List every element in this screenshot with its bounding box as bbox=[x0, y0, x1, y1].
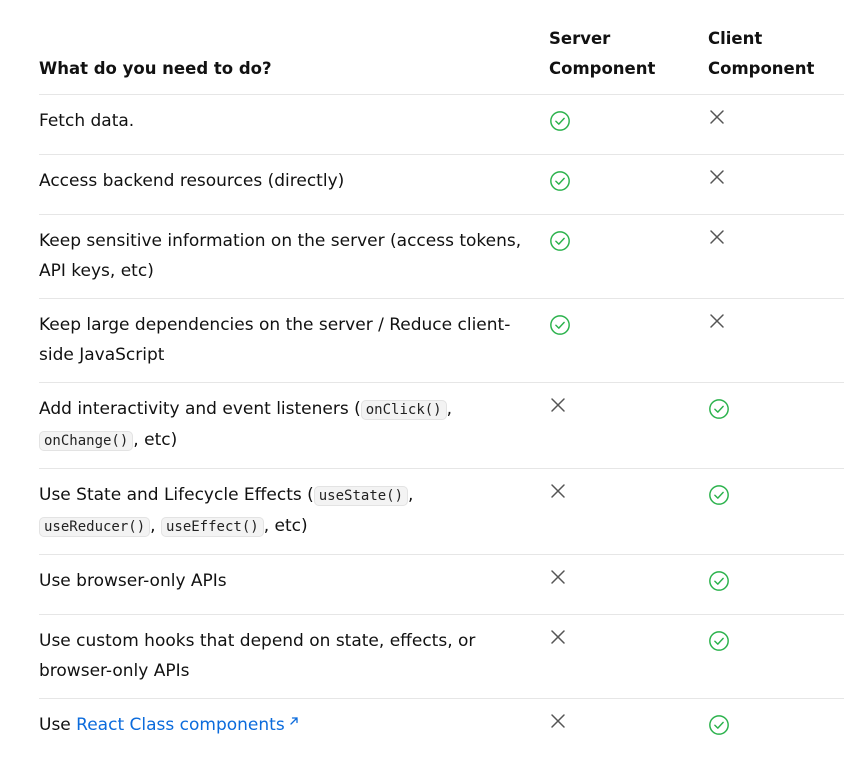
table-header: What do you need to do? Server Component… bbox=[39, 24, 844, 95]
x-mark-icon bbox=[549, 482, 567, 500]
table-row: Use React Class components bbox=[39, 699, 844, 758]
table-row: Keep large dependencies on the server / … bbox=[39, 299, 844, 383]
feature-text: , bbox=[447, 399, 452, 419]
server-cell bbox=[549, 155, 708, 215]
check-circle-icon bbox=[549, 110, 571, 132]
table-row: Use State and Lifecycle Effects (useStat… bbox=[39, 469, 844, 555]
header-server-line1: Server bbox=[549, 29, 610, 48]
client-cell bbox=[708, 469, 844, 555]
check-circle-icon bbox=[549, 170, 571, 192]
x-mark-icon bbox=[549, 396, 567, 414]
feature-text: Use bbox=[39, 715, 76, 735]
feature-cell: Fetch data. bbox=[39, 95, 549, 155]
table-row: Fetch data. bbox=[39, 95, 844, 155]
feature-cell: Keep large dependencies on the server / … bbox=[39, 299, 549, 383]
x-mark-icon bbox=[708, 168, 726, 186]
server-cell bbox=[549, 469, 708, 555]
header-feature-label: What do you need to do? bbox=[39, 59, 272, 78]
feature-text: Access backend resources (directly) bbox=[39, 171, 344, 191]
feature-text: , bbox=[408, 485, 413, 505]
server-cell bbox=[549, 383, 708, 469]
client-cell bbox=[708, 699, 844, 758]
check-circle-icon bbox=[708, 570, 730, 592]
x-mark-icon bbox=[549, 568, 567, 586]
client-cell bbox=[708, 215, 844, 299]
react-class-components-link[interactable]: React Class components bbox=[76, 715, 285, 735]
feature-cell: Access backend resources (directly) bbox=[39, 155, 549, 215]
x-mark-icon bbox=[708, 312, 726, 330]
inline-code: onClick() bbox=[361, 400, 447, 420]
feature-cell: Use State and Lifecycle Effects (useStat… bbox=[39, 469, 549, 555]
header-server-line2: Component bbox=[549, 59, 655, 78]
header-client-line1: Client bbox=[708, 29, 762, 48]
inline-code: useReducer() bbox=[39, 517, 150, 537]
x-mark-icon bbox=[549, 712, 567, 730]
client-cell bbox=[708, 383, 844, 469]
table-row: Use browser-only APIs bbox=[39, 555, 844, 615]
server-cell bbox=[549, 95, 708, 155]
feature-text: Fetch data. bbox=[39, 111, 134, 131]
table-row: Add interactivity and event listeners (o… bbox=[39, 383, 844, 469]
inline-code: useEffect() bbox=[161, 517, 264, 537]
comparison-table: What do you need to do? Server Component… bbox=[39, 24, 844, 758]
server-cell bbox=[549, 615, 708, 699]
check-circle-icon bbox=[708, 484, 730, 506]
table-row: Keep sensitive information on the server… bbox=[39, 215, 844, 299]
feature-text: , etc) bbox=[264, 516, 308, 536]
table-body: Fetch data. Access backend resources (dir… bbox=[39, 95, 844, 758]
feature-text: , etc) bbox=[133, 430, 177, 450]
x-mark-icon bbox=[708, 228, 726, 246]
table-row: Use custom hooks that depend on state, e… bbox=[39, 615, 844, 699]
header-server: Server Component bbox=[549, 24, 708, 95]
inline-code: useState() bbox=[314, 486, 408, 506]
client-cell bbox=[708, 155, 844, 215]
feature-cell: Use React Class components bbox=[39, 699, 549, 758]
comparison-table-wrapper: What do you need to do? Server Component… bbox=[39, 24, 844, 758]
client-cell bbox=[708, 95, 844, 155]
header-client-line2: Component bbox=[708, 59, 814, 78]
check-circle-icon bbox=[549, 314, 571, 336]
header-feature: What do you need to do? bbox=[39, 24, 549, 95]
external-link-icon bbox=[289, 716, 299, 726]
feature-text: Keep large dependencies on the server / … bbox=[39, 315, 510, 365]
check-circle-icon bbox=[708, 398, 730, 420]
server-cell bbox=[549, 299, 708, 383]
feature-text: Add interactivity and event listeners ( bbox=[39, 399, 361, 419]
x-mark-icon bbox=[708, 108, 726, 126]
check-circle-icon bbox=[708, 630, 730, 652]
client-cell bbox=[708, 615, 844, 699]
feature-text: Keep sensitive information on the server… bbox=[39, 231, 521, 281]
check-circle-icon bbox=[708, 714, 730, 736]
server-cell bbox=[549, 555, 708, 615]
table-row: Access backend resources (directly) bbox=[39, 155, 844, 215]
feature-text: Use browser-only APIs bbox=[39, 571, 227, 591]
feature-cell: Use browser-only APIs bbox=[39, 555, 549, 615]
server-cell bbox=[549, 699, 708, 758]
check-circle-icon bbox=[549, 230, 571, 252]
feature-cell: Add interactivity and event listeners (o… bbox=[39, 383, 549, 469]
client-cell bbox=[708, 299, 844, 383]
server-cell bbox=[549, 215, 708, 299]
inline-code: onChange() bbox=[39, 431, 133, 451]
client-cell bbox=[708, 555, 844, 615]
x-mark-icon bbox=[549, 628, 567, 646]
feature-text: Use custom hooks that depend on state, e… bbox=[39, 631, 475, 681]
feature-text: , bbox=[150, 516, 161, 536]
feature-cell: Keep sensitive information on the server… bbox=[39, 215, 549, 299]
header-client: Client Component bbox=[708, 24, 844, 95]
feature-text: Use State and Lifecycle Effects ( bbox=[39, 485, 314, 505]
header-row: What do you need to do? Server Component… bbox=[39, 24, 844, 95]
feature-cell: Use custom hooks that depend on state, e… bbox=[39, 615, 549, 699]
